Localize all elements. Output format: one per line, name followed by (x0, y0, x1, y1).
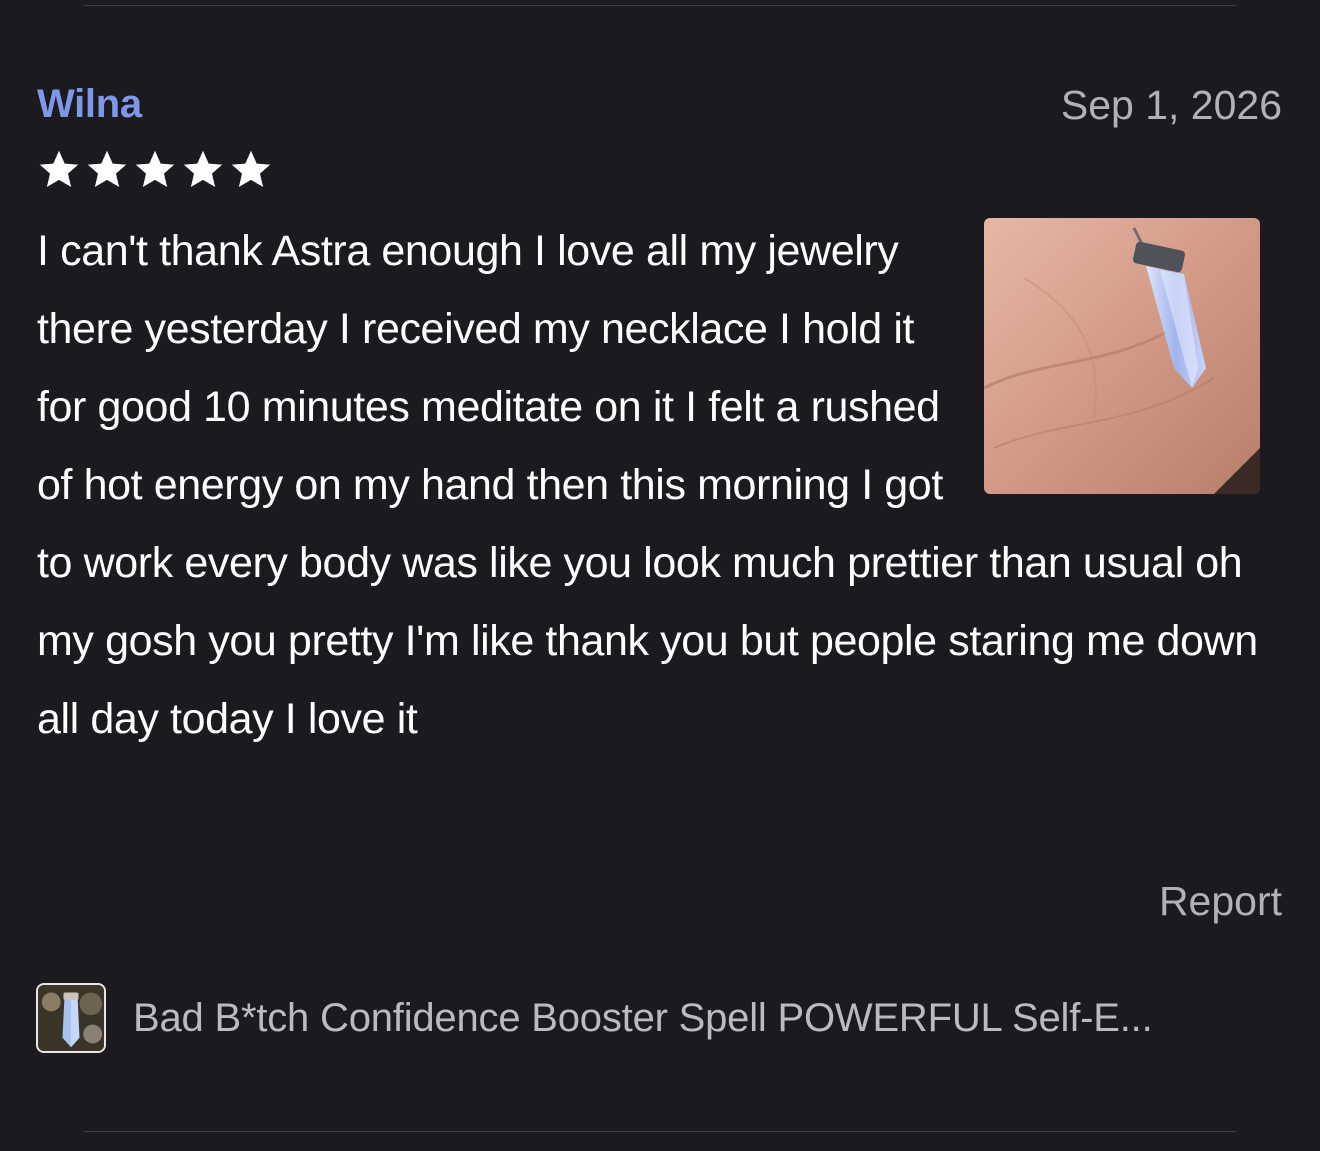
star-icon (87, 150, 127, 188)
reviewer-name[interactable]: Wilna (37, 82, 142, 127)
star-rating (37, 148, 273, 192)
review-photo[interactable] (984, 218, 1260, 494)
listing-link[interactable]: Bad B*tch Confidence Booster Spell POWER… (36, 983, 1273, 1053)
star-icon (231, 150, 271, 188)
report-link[interactable]: Report (1159, 878, 1282, 925)
top-divider (84, 5, 1236, 6)
review-card: Wilna Sep 1, 2026 I can't thank Astra en… (0, 0, 1320, 1151)
star-icon (183, 150, 223, 188)
star-icon (39, 150, 79, 188)
review-body: I can't thank Astra enough I love all my… (37, 212, 1282, 758)
listing-thumbnail[interactable] (36, 983, 106, 1053)
star-icon (135, 150, 175, 188)
crystal-pendant-photo (984, 218, 1260, 494)
bottom-divider (84, 1131, 1236, 1132)
review-date: Sep 1, 2026 (1060, 82, 1282, 128)
listing-title[interactable]: Bad B*tch Confidence Booster Spell POWER… (133, 996, 1273, 1041)
crystal-thumbnail-image (38, 985, 104, 1051)
